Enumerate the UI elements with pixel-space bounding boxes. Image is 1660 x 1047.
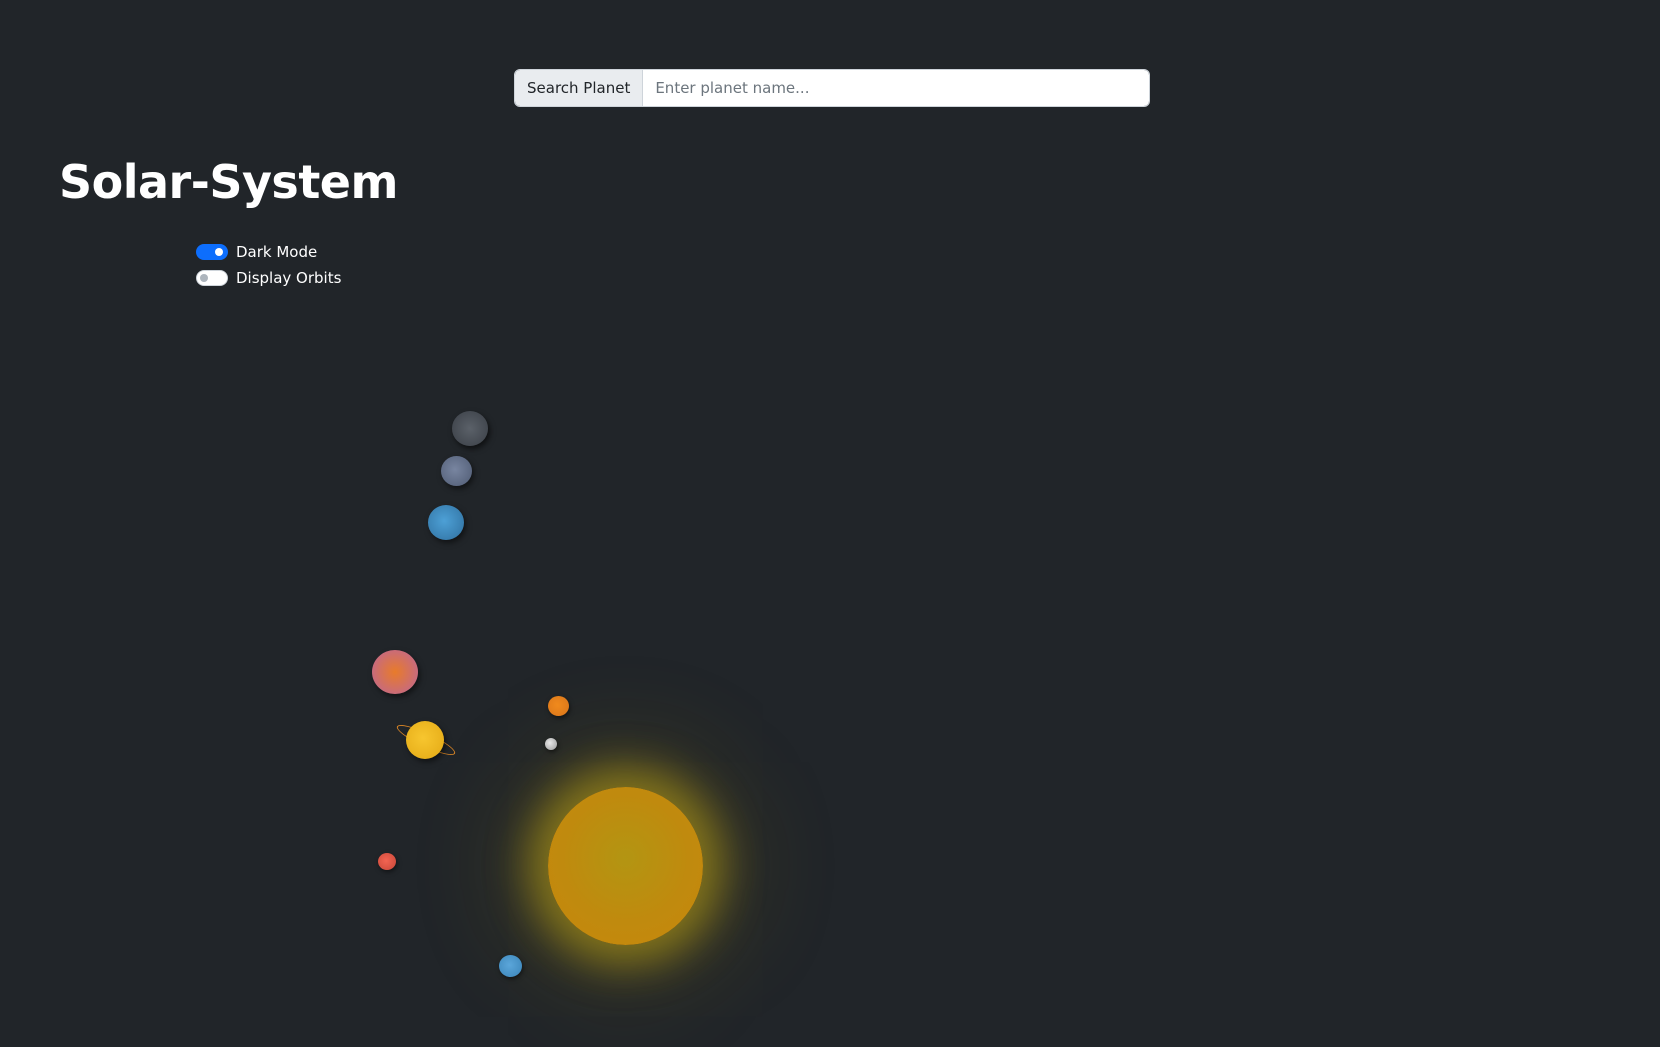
dark-mode-label: Dark Mode	[236, 243, 318, 261]
planet-neptune[interactable]	[441, 456, 472, 486]
switch-knob	[215, 248, 223, 256]
planet-earth[interactable]	[499, 955, 522, 977]
planet-pluto[interactable]	[452, 411, 488, 446]
solar-system-page: Search Planet Solar-System Dark Mode Dis…	[0, 0, 1660, 1047]
planet-venus[interactable]	[548, 696, 569, 716]
planet-mercury[interactable]	[545, 738, 557, 750]
dark-mode-toggle[interactable]: Dark Mode	[196, 243, 317, 261]
dark-mode-switch[interactable]	[196, 244, 228, 260]
page-title: Solar-System	[59, 155, 398, 209]
planet-jupiter[interactable]	[372, 650, 418, 694]
planet-search-input[interactable]	[643, 70, 1149, 106]
display-orbits-label: Display Orbits	[236, 269, 342, 287]
switch-knob	[200, 274, 208, 282]
planet-saturn[interactable]	[406, 721, 444, 759]
planet-search-group: Search Planet	[514, 69, 1150, 107]
display-orbits-switch[interactable]	[196, 270, 228, 286]
sun[interactable]	[548, 787, 703, 945]
planet-uranus[interactable]	[428, 505, 464, 540]
display-orbits-toggle[interactable]: Display Orbits	[196, 269, 341, 287]
search-planet-label: Search Planet	[515, 70, 644, 106]
planet-mars[interactable]	[378, 853, 396, 870]
